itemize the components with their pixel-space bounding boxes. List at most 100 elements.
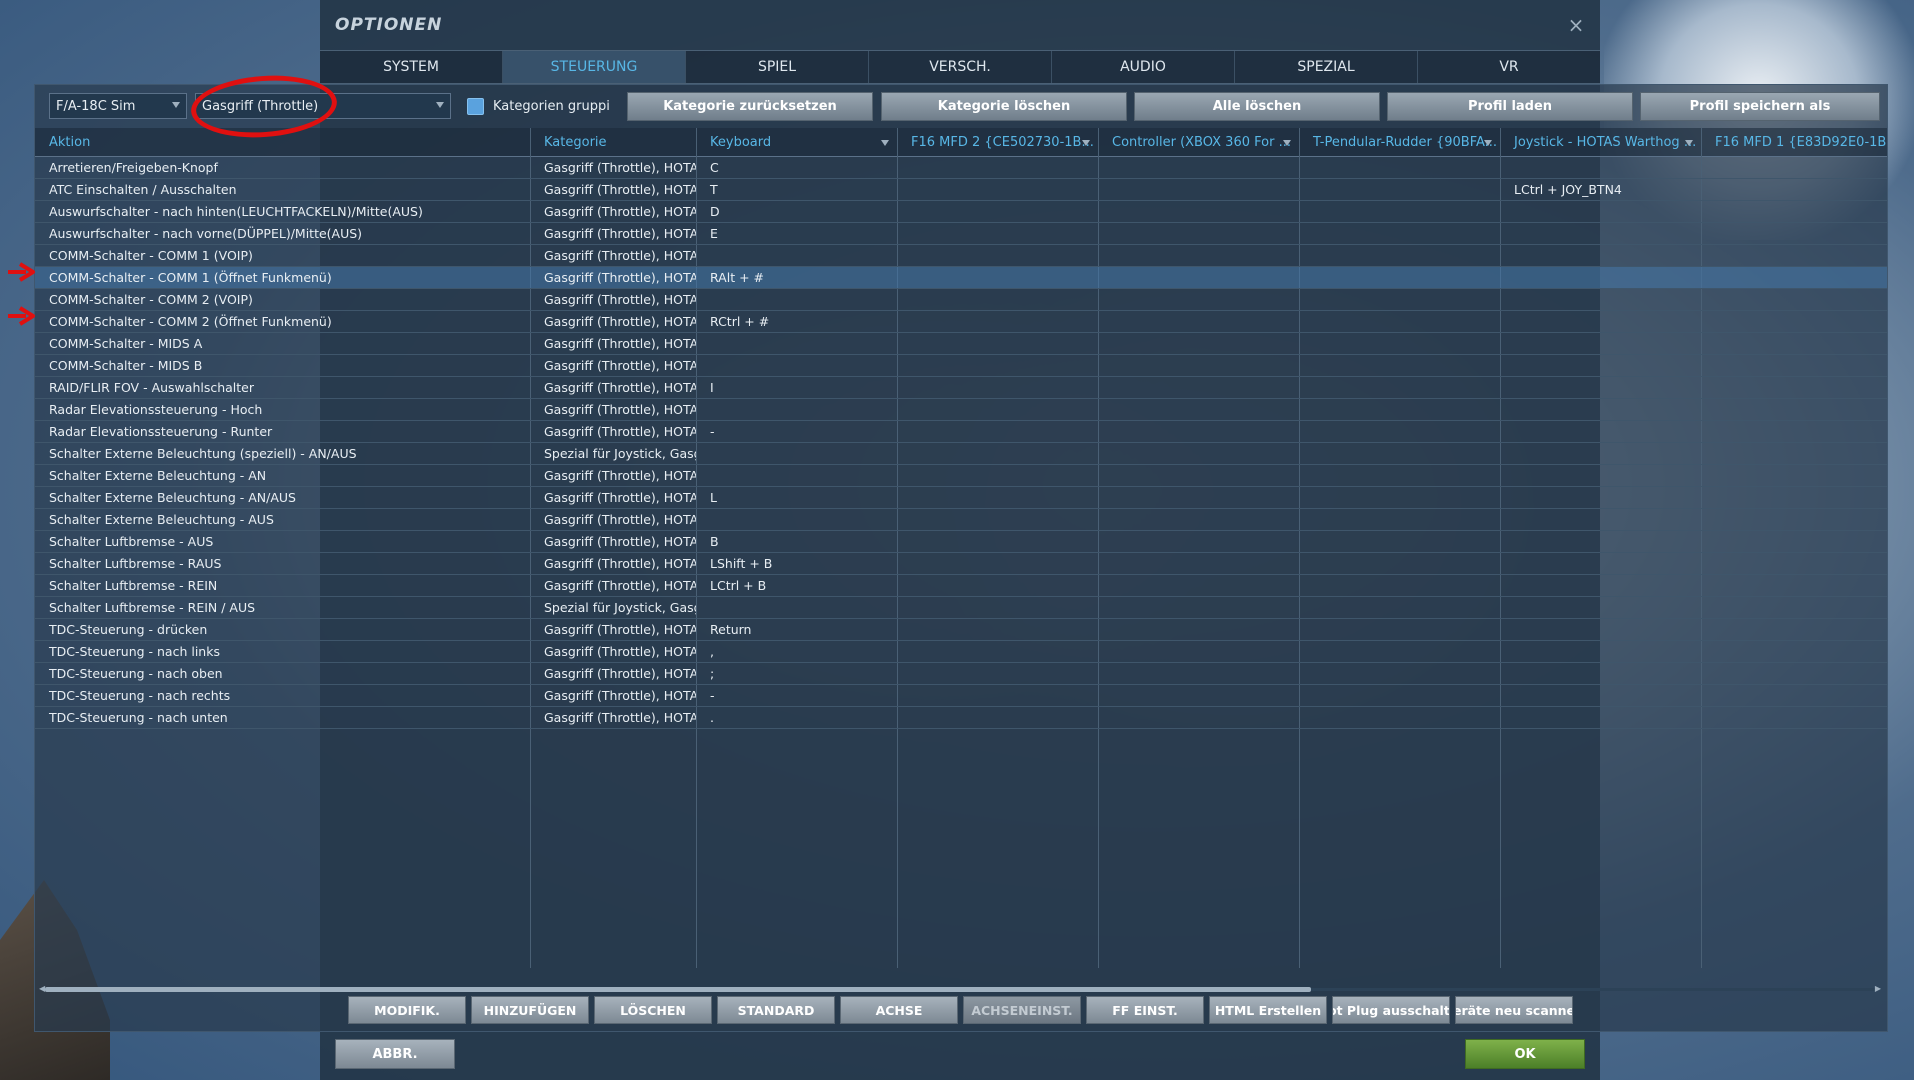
cell-category[interactable]: Gasgriff (Throttle), HOTAS — [530, 465, 696, 486]
cell-category[interactable]: Gasgriff (Throttle), HOTAS — [530, 685, 696, 706]
cell-f16-mfd-1[interactable] — [1701, 443, 1887, 464]
cell-xbox-controller[interactable] — [1098, 663, 1299, 684]
cell-f16-mfd-1[interactable] — [1701, 377, 1887, 398]
cell-keyboard[interactable]: , — [696, 641, 897, 662]
cell-f16-mfd-2[interactable] — [897, 421, 1098, 442]
tab-system[interactable]: SYSTEM — [320, 51, 503, 83]
cell-pendular-rudder[interactable] — [1299, 465, 1500, 486]
cell-action[interactable]: TDC-Steuerung - drücken — [35, 619, 530, 640]
cell-pendular-rudder[interactable] — [1299, 641, 1500, 662]
cell-category[interactable]: Gasgriff (Throttle), HOTAS — [530, 223, 696, 244]
cell-action[interactable]: COMM-Schalter - COMM 2 (Öffnet Funkmenü) — [35, 311, 530, 332]
cell-hotas-warthog[interactable] — [1500, 531, 1701, 552]
cell-pendular-rudder[interactable] — [1299, 201, 1500, 222]
cell-hotas-warthog[interactable] — [1500, 509, 1701, 530]
cell-category[interactable]: Gasgriff (Throttle), HOTAS — [530, 531, 696, 552]
cell-keyboard[interactable]: - — [696, 421, 897, 442]
cell-f16-mfd-2[interactable] — [897, 157, 1098, 178]
cell-action[interactable]: Schalter Luftbremse - REIN / AUS — [35, 597, 530, 618]
table-row[interactable]: COMM-Schalter - MIDS B Gasgriff (Throttle… — [35, 355, 1887, 377]
clear-all-button[interactable]: Alle löschen — [1134, 92, 1380, 121]
cell-xbox-controller[interactable] — [1098, 421, 1299, 442]
cell-f16-mfd-2[interactable] — [897, 399, 1098, 420]
table-row[interactable]: TDC-Steuerung - nach unten Gasgriff (Thro… — [35, 707, 1887, 729]
cell-action[interactable]: COMM-Schalter - MIDS A — [35, 333, 530, 354]
cell-action[interactable]: Schalter Luftbremse - REIN — [35, 575, 530, 596]
table-row[interactable]: TDC-Steuerung - nach rechts Gasgriff (Thr… — [35, 685, 1887, 707]
table-row[interactable]: Schalter Externe Beleuchtung - AN Gasgrif… — [35, 465, 1887, 487]
cell-xbox-controller[interactable] — [1098, 641, 1299, 662]
table-row[interactable]: Schalter Externe Beleuchtung - AN/AUS Gas… — [35, 487, 1887, 509]
cell-keyboard[interactable]: I — [696, 377, 897, 398]
cell-xbox-controller[interactable] — [1098, 597, 1299, 618]
table-row[interactable]: TDC-Steuerung - nach oben Gasgriff (Throt… — [35, 663, 1887, 685]
cell-pendular-rudder[interactable] — [1299, 663, 1500, 684]
load-profile-button[interactable]: Profil laden — [1387, 92, 1633, 121]
cell-f16-mfd-2[interactable] — [897, 685, 1098, 706]
cell-category[interactable]: Gasgriff (Throttle), HOTAS — [530, 641, 696, 662]
cell-action[interactable]: TDC-Steuerung - nach links — [35, 641, 530, 662]
cell-f16-mfd-2[interactable] — [897, 663, 1098, 684]
cell-f16-mfd-1[interactable] — [1701, 289, 1887, 310]
cell-f16-mfd-1[interactable] — [1701, 707, 1887, 728]
cell-xbox-controller[interactable] — [1098, 619, 1299, 640]
cell-category[interactable]: Gasgriff (Throttle), HOTAS — [530, 663, 696, 684]
cell-xbox-controller[interactable] — [1098, 575, 1299, 596]
cell-xbox-controller[interactable] — [1098, 333, 1299, 354]
cell-action[interactable]: Schalter Externe Beleuchtung - AN/AUS — [35, 487, 530, 508]
cell-keyboard[interactable]: E — [696, 223, 897, 244]
cell-hotas-warthog[interactable] — [1500, 157, 1701, 178]
cell-category[interactable]: Gasgriff (Throttle), HOTAS — [530, 553, 696, 574]
group-categories-toggle[interactable]: Kategorien gruppi — [467, 94, 610, 118]
cell-keyboard[interactable] — [696, 289, 897, 310]
cell-hotas-warthog[interactable] — [1500, 663, 1701, 684]
cell-xbox-controller[interactable] — [1098, 509, 1299, 530]
cell-f16-mfd-2[interactable] — [897, 179, 1098, 200]
cancel-button[interactable]: ABBR. — [335, 1039, 455, 1069]
modify-button[interactable]: MODIFIK. — [348, 996, 466, 1024]
cell-f16-mfd-2[interactable] — [897, 245, 1098, 266]
cell-xbox-controller[interactable] — [1098, 685, 1299, 706]
ok-button[interactable]: OK — [1465, 1039, 1585, 1069]
cell-f16-mfd-1[interactable] — [1701, 421, 1887, 442]
cell-action[interactable]: Arretieren/Freigeben-Knopf — [35, 157, 530, 178]
rescan-devices-button[interactable]: eräte neu scanne — [1455, 996, 1573, 1024]
cell-hotas-warthog[interactable] — [1500, 267, 1701, 288]
cell-f16-mfd-2[interactable] — [897, 553, 1098, 574]
cell-f16-mfd-1[interactable] — [1701, 685, 1887, 706]
table-row[interactable]: Schalter Luftbremse - RAUS Gasgriff (Thro… — [35, 553, 1887, 575]
add-button[interactable]: HINZUFÜGEN — [471, 996, 589, 1024]
cell-action[interactable]: Schalter Luftbremse - RAUS — [35, 553, 530, 574]
cell-action[interactable]: RAID/FLIR FOV - Auswahlschalter — [35, 377, 530, 398]
cell-xbox-controller[interactable] — [1098, 531, 1299, 552]
cell-keyboard[interactable] — [696, 443, 897, 464]
cell-f16-mfd-1[interactable] — [1701, 663, 1887, 684]
cell-f16-mfd-2[interactable] — [897, 465, 1098, 486]
cell-pendular-rudder[interactable] — [1299, 509, 1500, 530]
cell-pendular-rudder[interactable] — [1299, 399, 1500, 420]
cell-f16-mfd-2[interactable] — [897, 267, 1098, 288]
cell-action[interactable]: Schalter Externe Beleuchtung - AN — [35, 465, 530, 486]
cell-f16-mfd-2[interactable] — [897, 289, 1098, 310]
cell-pendular-rudder[interactable] — [1299, 619, 1500, 640]
horizontal-scrollbar[interactable]: ◀ ▶ — [39, 985, 1881, 993]
table-row[interactable]: Auswurfschalter - nach hinten(LEUCHTFACK… — [35, 201, 1887, 223]
save-profile-as-button[interactable]: Profil speichern als — [1640, 92, 1880, 121]
delete-button[interactable]: LÖSCHEN — [594, 996, 712, 1024]
cell-action[interactable]: Auswurfschalter - nach vorne(DÜPPEL)/Mit… — [35, 223, 530, 244]
table-row[interactable]: ATC Einschalten / Ausschalten Gasgriff (T… — [35, 179, 1887, 201]
cell-f16-mfd-1[interactable] — [1701, 509, 1887, 530]
table-row[interactable]: COMM-Schalter - COMM 1 (VOIP) Gasgriff (T… — [35, 245, 1887, 267]
cell-pendular-rudder[interactable] — [1299, 443, 1500, 464]
cell-f16-mfd-2[interactable] — [897, 443, 1098, 464]
cell-action[interactable]: TDC-Steuerung - nach rechts — [35, 685, 530, 706]
column-header-keyboard[interactable]: Keyboard — [696, 128, 897, 156]
cell-hotas-warthog[interactable] — [1500, 311, 1701, 332]
cell-pendular-rudder[interactable] — [1299, 487, 1500, 508]
cell-pendular-rudder[interactable] — [1299, 289, 1500, 310]
cell-f16-mfd-1[interactable] — [1701, 355, 1887, 376]
axis-settings-button[interactable]: ACHSENEINST. — [963, 996, 1081, 1024]
cell-category[interactable]: Gasgriff (Throttle), HOTAS — [530, 289, 696, 310]
cell-xbox-controller[interactable] — [1098, 487, 1299, 508]
cell-pendular-rudder[interactable] — [1299, 377, 1500, 398]
